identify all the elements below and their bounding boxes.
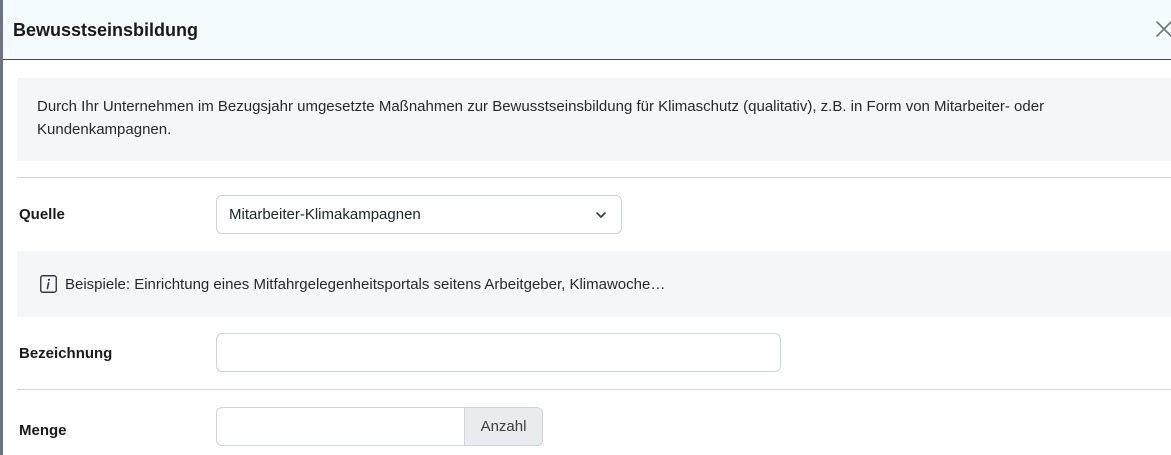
description-text: Durch Ihr Unternehmen im Bezugsjahr umge… <box>37 98 1045 138</box>
modal-title: Bewusstseinsbildung <box>13 20 199 40</box>
close-icon <box>1156 21 1171 37</box>
hint-panel: Beispiele: Einrichtung eines Mitfahrgele… <box>17 251 1171 317</box>
close-button[interactable] <box>1152 14 1171 42</box>
bezeichnung-label: Bezeichnung <box>19 345 113 362</box>
quelle-select[interactable]: Mitarbeiter-Klimakampagnen <box>216 195 622 234</box>
menge-unit-addon: Anzahl <box>464 407 543 446</box>
description-panel: Durch Ihr Unternehmen im Bezugsjahr umge… <box>17 78 1171 161</box>
menge-label: Menge <box>19 422 67 439</box>
quelle-label: Quelle <box>19 206 65 223</box>
divider <box>17 177 1171 178</box>
chevron-down-icon <box>596 212 606 218</box>
hint-text: Beispiele: Einrichtung eines Mitfahrgele… <box>65 276 666 293</box>
menge-input[interactable] <box>216 407 464 446</box>
modal-dialog: Bewusstseinsbildung Durch Ihr Unternehme… <box>0 0 1171 455</box>
quelle-selected-value: Mitarbeiter-Klimakampagnen <box>229 206 421 223</box>
divider <box>17 389 1171 390</box>
menge-input-group: Anzahl <box>216 407 543 446</box>
info-icon <box>40 275 57 293</box>
modal-header: Bewusstseinsbildung <box>3 0 1171 60</box>
bezeichnung-input[interactable] <box>216 333 781 372</box>
